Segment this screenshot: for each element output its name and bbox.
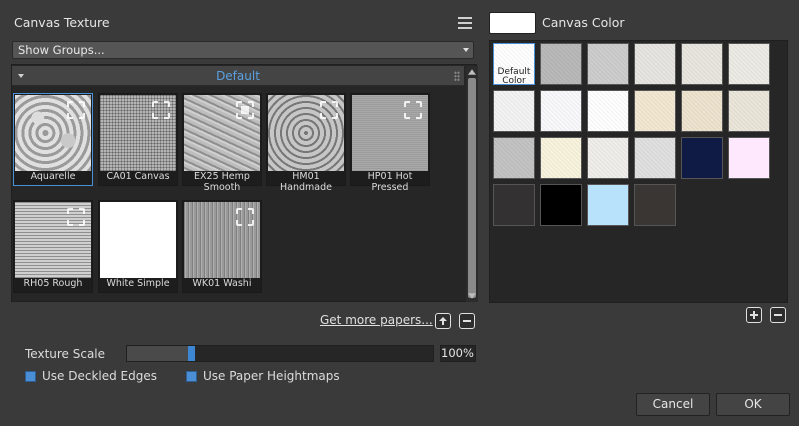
canvas-texture-title: Canvas Texture bbox=[14, 15, 110, 30]
heightmap-badge-icon bbox=[236, 208, 254, 226]
color-swatch[interactable] bbox=[587, 90, 629, 132]
color-swatch[interactable] bbox=[540, 137, 582, 179]
checkbox-checked-icon[interactable] bbox=[186, 370, 197, 382]
color-swatch[interactable] bbox=[540, 43, 582, 85]
use-deckled-edges-checkbox[interactable]: Use Deckled Edges bbox=[25, 369, 157, 383]
heightmap-badge-icon bbox=[67, 208, 85, 226]
use-paper-heightmaps-label: Use Paper Heightmaps bbox=[203, 369, 340, 383]
chevron-down-icon bbox=[463, 48, 469, 52]
default-color-label: Default Color bbox=[497, 67, 531, 86]
heightmap-badge-icon bbox=[320, 101, 338, 119]
paper-tile-aquarelle[interactable]: Aquarelle bbox=[13, 93, 93, 186]
heightmap-badge-icon bbox=[67, 101, 85, 119]
add-color-icon[interactable] bbox=[746, 307, 762, 323]
texture-scale-slider[interactable] bbox=[126, 345, 434, 362]
color-swatch[interactable] bbox=[493, 137, 535, 179]
cancel-button[interactable]: Cancel bbox=[636, 393, 710, 416]
paper-tile-wk01-washi[interactable]: WK01 Washi bbox=[182, 200, 262, 293]
scroll-thumb[interactable] bbox=[468, 78, 476, 298]
remove-paper-icon[interactable] bbox=[459, 313, 475, 329]
current-canvas-color-swatch[interactable] bbox=[489, 12, 536, 34]
heightmap-badge-icon bbox=[152, 101, 170, 119]
color-swatch[interactable] bbox=[540, 90, 582, 132]
paper-tile-label: White Simple bbox=[106, 278, 170, 289]
color-swatch[interactable] bbox=[587, 137, 629, 179]
paper-tile-white-simple[interactable]: White Simple bbox=[98, 200, 178, 293]
paper-tile-label: RH05 Rough bbox=[23, 278, 83, 289]
show-groups-select[interactable]: Show Groups... bbox=[12, 41, 474, 59]
color-swatch[interactable] bbox=[728, 90, 770, 132]
use-paper-heightmaps-checkbox[interactable]: Use Paper Heightmaps bbox=[186, 369, 340, 383]
color-swatch[interactable] bbox=[587, 43, 629, 85]
paper-tile-label: Aquarelle bbox=[30, 171, 76, 182]
ok-button[interactable]: OK bbox=[716, 393, 790, 416]
paper-texture-thumbnail bbox=[100, 202, 176, 278]
scroll-up-icon[interactable] bbox=[468, 69, 476, 75]
color-swatch[interactable] bbox=[540, 184, 582, 226]
heightmap-badge-icon bbox=[404, 101, 422, 119]
paper-tile-ex25-hemp-smooth[interactable]: EX25 Hemp Smooth bbox=[182, 93, 262, 193]
canvas-color-title: Canvas Color bbox=[542, 15, 625, 30]
paper-list-scrollbar[interactable] bbox=[466, 66, 478, 302]
group-name: Default bbox=[216, 69, 260, 83]
remove-color-icon[interactable] bbox=[770, 307, 786, 323]
paper-tile-hm01-handmade[interactable]: HM01 Handmade bbox=[266, 93, 346, 193]
color-swatch[interactable] bbox=[681, 90, 723, 132]
heightmap-badge-icon bbox=[236, 101, 254, 119]
show-groups-label: Show Groups... bbox=[18, 43, 105, 57]
paper-tile-label: WK01 Washi bbox=[192, 278, 252, 289]
color-swatch[interactable] bbox=[728, 137, 770, 179]
paper-tile-label: EX25 Hemp Smooth bbox=[194, 171, 250, 193]
color-swatch[interactable] bbox=[587, 184, 629, 226]
paper-tile-ca01-canvas[interactable]: CA01 Canvas bbox=[98, 93, 178, 186]
color-swatch[interactable] bbox=[493, 184, 535, 226]
group-header[interactable]: Default bbox=[12, 66, 464, 86]
texture-scale-label: Texture Scale bbox=[25, 347, 106, 361]
color-swatch[interactable] bbox=[634, 184, 676, 226]
paper-tile-label: HP01 Hot Pressed bbox=[367, 171, 413, 193]
get-more-papers-link[interactable]: Get more papers... bbox=[320, 313, 433, 327]
use-deckled-edges-label: Use Deckled Edges bbox=[42, 369, 158, 383]
texture-scale-fill bbox=[127, 346, 191, 361]
texture-scale-value[interactable]: 100% bbox=[440, 345, 476, 362]
checkbox-checked-icon[interactable] bbox=[25, 370, 36, 382]
paper-tile-rh05-rough[interactable]: RH05 Rough bbox=[13, 200, 93, 293]
color-swatch[interactable] bbox=[634, 43, 676, 85]
default-color-swatch[interactable]: Default Color bbox=[493, 43, 535, 86]
color-swatch[interactable] bbox=[681, 43, 723, 85]
color-swatch[interactable] bbox=[681, 137, 723, 179]
paper-tile-hp01-hot-pressed[interactable]: HP01 Hot Pressed bbox=[350, 93, 430, 193]
color-swatch[interactable] bbox=[728, 43, 770, 85]
color-swatch[interactable] bbox=[634, 90, 676, 132]
import-paper-icon[interactable] bbox=[435, 313, 451, 329]
color-swatch[interactable] bbox=[634, 137, 676, 179]
menu-icon[interactable] bbox=[458, 17, 472, 29]
paper-tile-label: CA01 Canvas bbox=[106, 171, 170, 182]
drag-grip-icon[interactable] bbox=[454, 71, 460, 81]
paper-tile-label: HM01 Handmade bbox=[280, 171, 332, 193]
texture-scale-handle[interactable] bbox=[188, 346, 195, 361]
color-swatch[interactable] bbox=[493, 90, 535, 132]
